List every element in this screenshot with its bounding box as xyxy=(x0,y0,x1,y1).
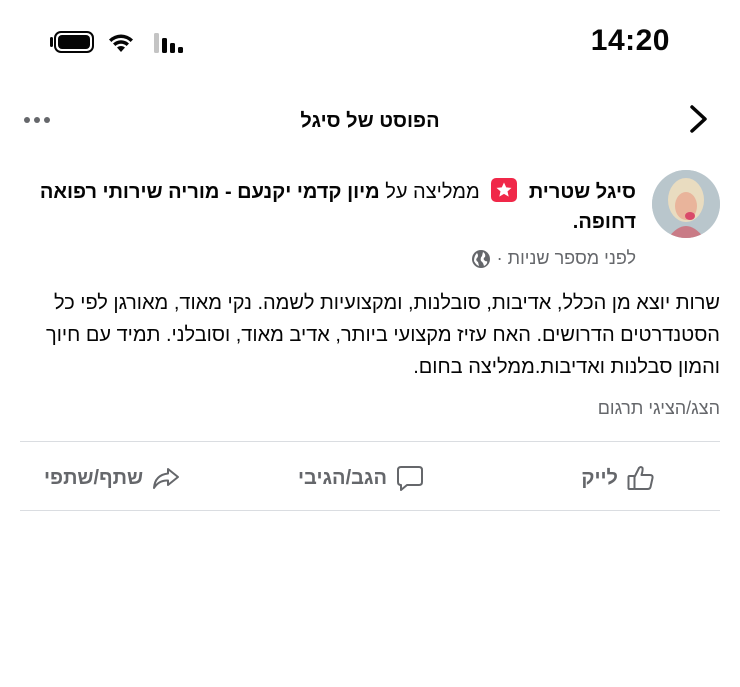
post-body-text: שרות יוצא מן הכלל, אדיבות, סובלנות, ומקצ… xyxy=(46,292,720,378)
nav-bar: הפוסט של סיגל xyxy=(0,98,740,148)
share-label: שתף/שתפי xyxy=(44,466,144,489)
share-button[interactable]: שתף/שתפי xyxy=(44,458,181,498)
see-translation-link[interactable]: הצג/הציגי תרגום xyxy=(598,398,720,419)
post-timestamp[interactable]: לפני מספר שניות · xyxy=(497,248,636,269)
page-title: הפוסט של סיגל xyxy=(300,110,440,132)
comment-button[interactable]: הגב/הגיבי xyxy=(298,458,425,498)
globe-privacy-icon xyxy=(471,249,490,268)
battery-icon xyxy=(50,31,94,53)
comment-label: הגב/הגיבי xyxy=(298,466,388,489)
post-meta: לפני מספר שניות · xyxy=(471,248,636,269)
post-header: סיגל שטרית ממליצה על מיון קדמי יקנעם - מ… xyxy=(16,177,636,237)
share-arrow-icon xyxy=(153,468,180,489)
like-button[interactable]: לייק xyxy=(581,458,656,498)
status-time: 14:20 xyxy=(590,24,670,57)
divider xyxy=(20,441,720,442)
like-label: לייק xyxy=(581,466,618,489)
cellular-signal-icon xyxy=(154,33,183,53)
author-name[interactable]: סיגל שטרית xyxy=(529,181,636,203)
profile-photo xyxy=(652,170,720,238)
recommends-label: ממליצה על xyxy=(385,181,480,203)
status-bar: 14:20 xyxy=(0,0,740,86)
divider xyxy=(20,510,720,511)
back-chevron-icon[interactable] xyxy=(688,104,710,134)
recommend-star-icon xyxy=(491,178,518,202)
avatar[interactable] xyxy=(652,170,720,238)
comment-bubble-icon xyxy=(397,466,424,491)
wifi-icon xyxy=(109,34,133,52)
thumbs-up-icon xyxy=(627,466,654,490)
